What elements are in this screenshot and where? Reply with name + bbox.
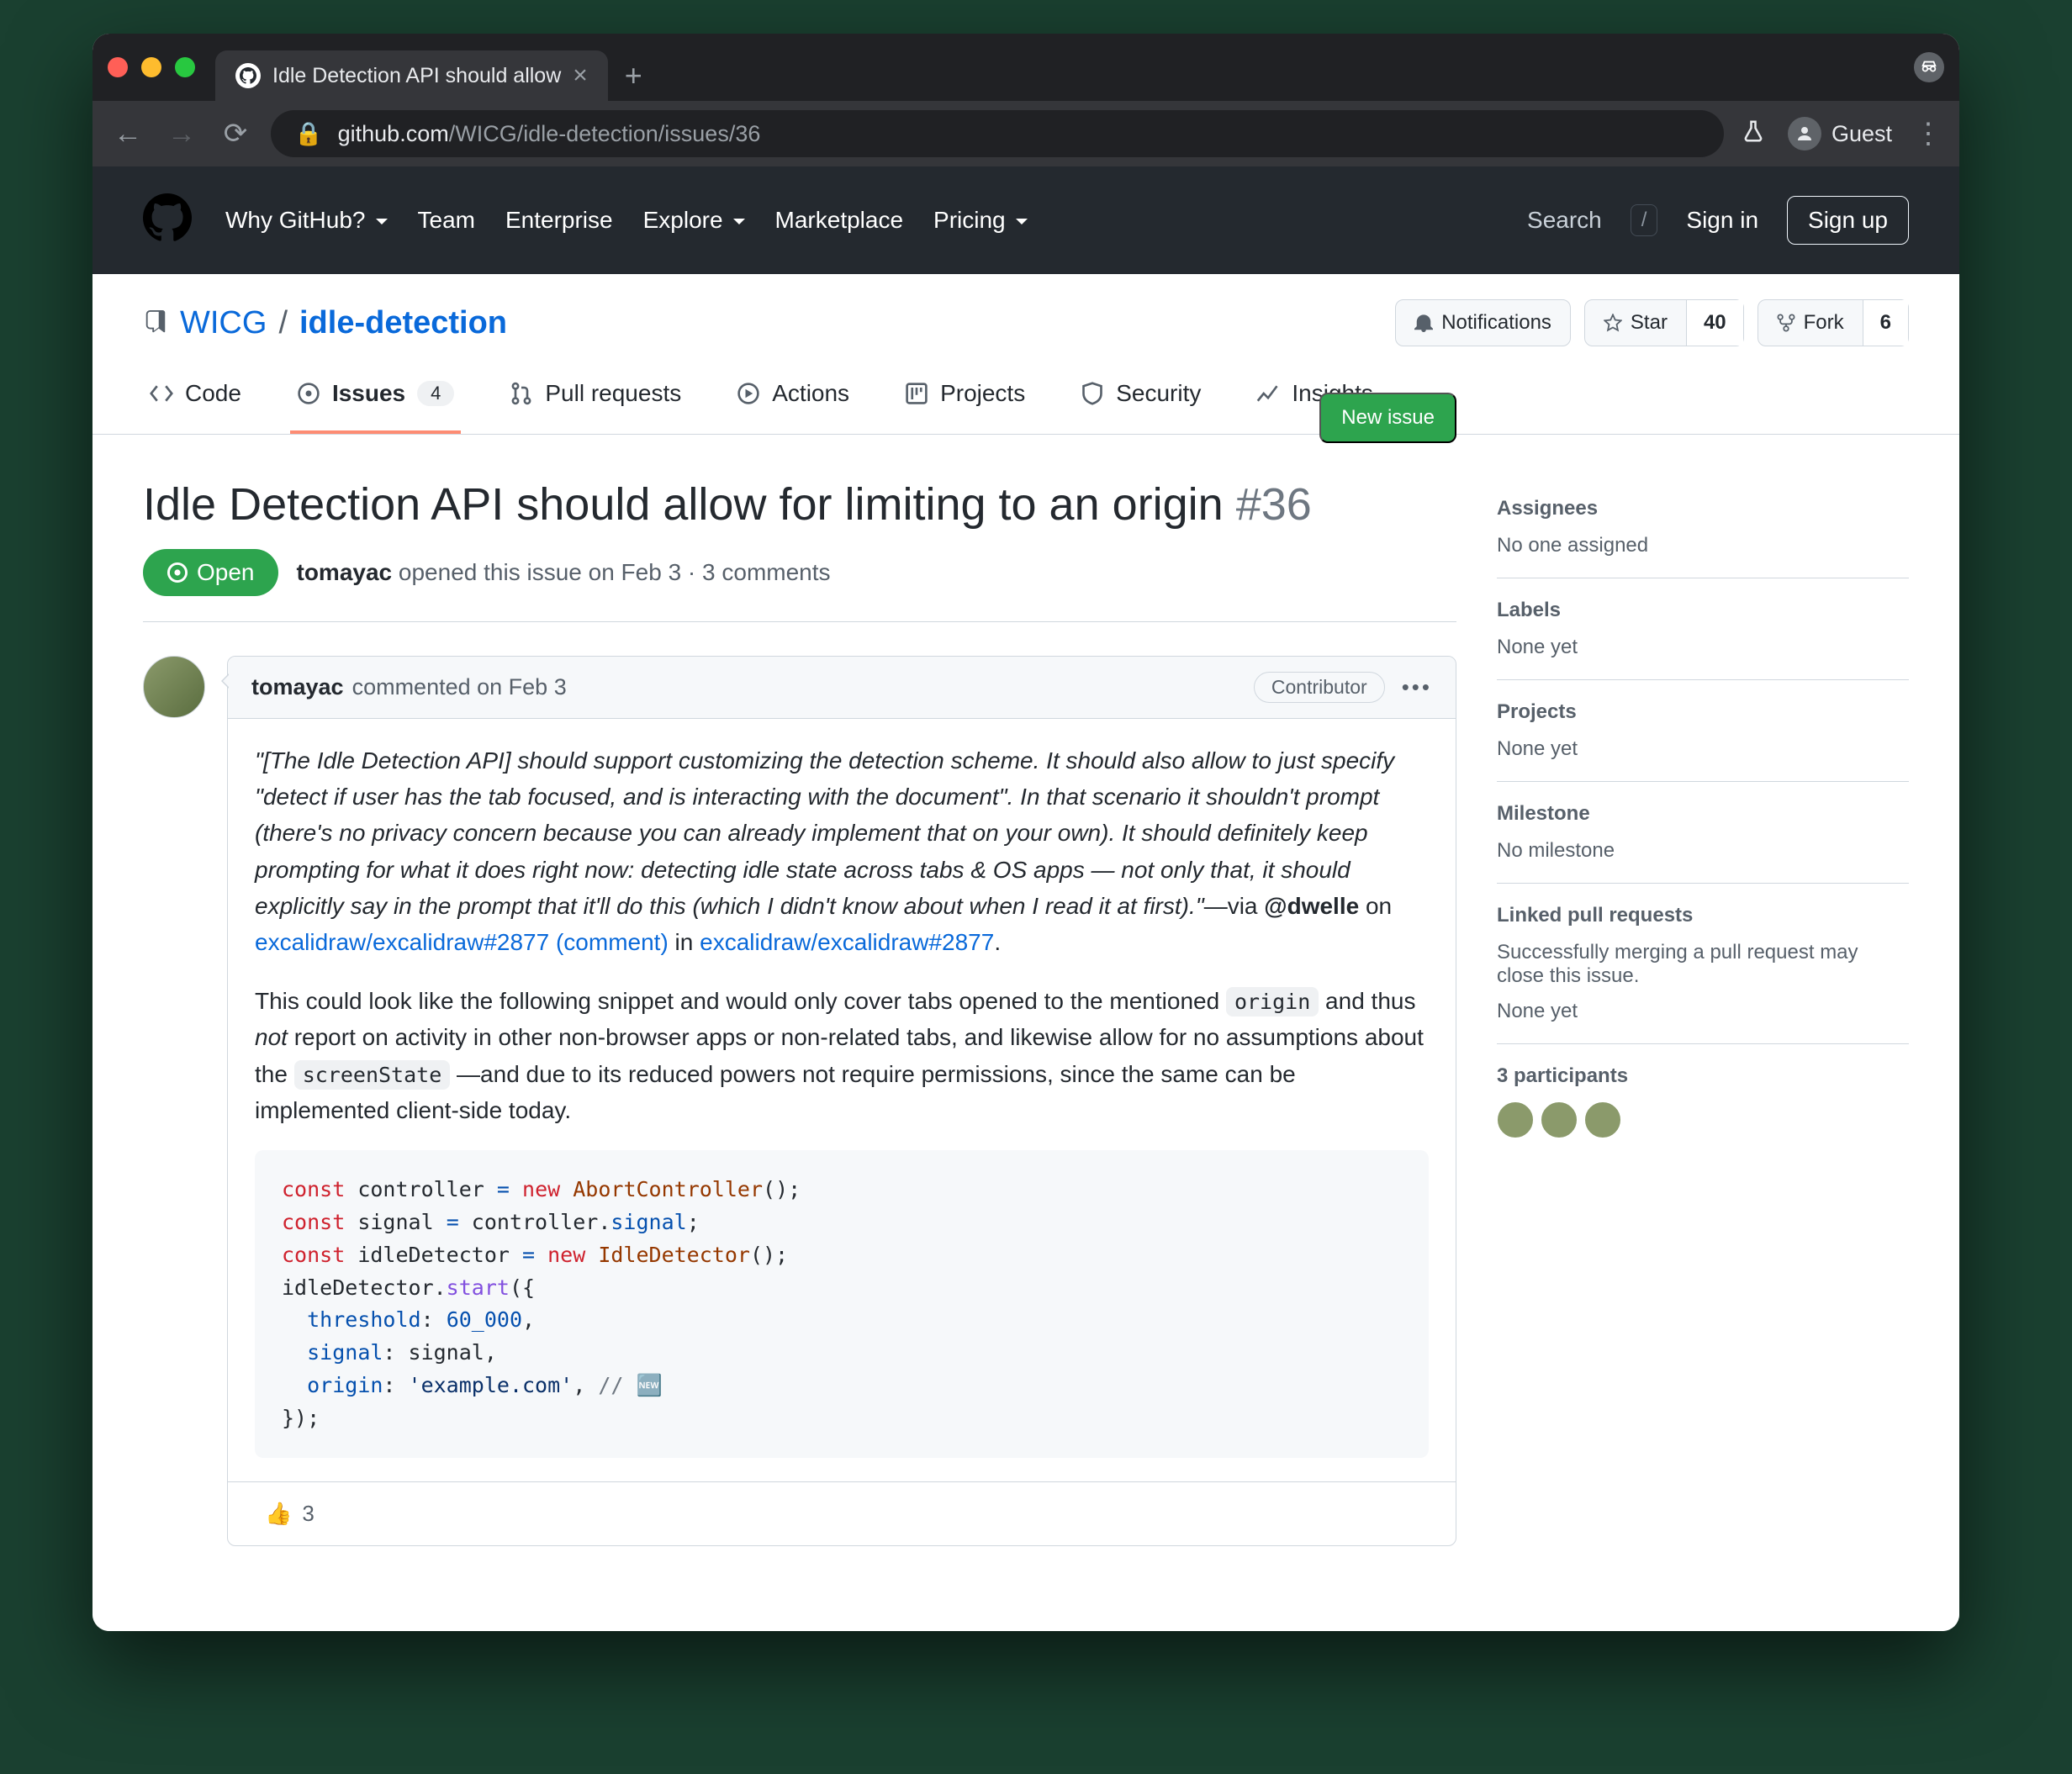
search-input[interactable]: Search <box>1527 207 1602 234</box>
browser-menu-button[interactable]: ⋮ <box>1914 117 1942 150</box>
tab-actions[interactable]: Actions <box>730 367 856 434</box>
nav-enterprise[interactable]: Enterprise <box>505 207 613 234</box>
lock-icon: 🔒 <box>294 120 323 147</box>
participant-avatar[interactable] <box>1584 1101 1621 1138</box>
issue-author[interactable]: tomayac <box>297 559 393 585</box>
reference-link-1[interactable]: excalidraw/excalidraw#2877 (comment) <box>255 929 669 955</box>
thumbs-up-reaction[interactable]: 👍 3 <box>251 1494 328 1534</box>
sidebar-linked-prs[interactable]: Linked pull requests Successfully mergin… <box>1497 884 1909 1044</box>
incognito-icon[interactable] <box>1914 52 1944 82</box>
repo-header: WICG / idle-detection Notifications Star… <box>92 274 1959 346</box>
comment-timestamp[interactable]: commented on Feb 3 <box>352 674 567 700</box>
issues-count-badge: 4 <box>417 381 454 406</box>
close-tab-icon[interactable]: × <box>573 61 588 90</box>
path-separator: / <box>278 305 288 341</box>
signup-button[interactable]: Sign up <box>1787 196 1909 245</box>
status-badge: Open <box>143 549 278 596</box>
new-issue-button[interactable]: New issue <box>1319 393 1456 443</box>
code-icon <box>150 382 173 405</box>
pr-icon <box>510 382 533 405</box>
github-logo-icon[interactable] <box>143 193 192 248</box>
comment-author[interactable]: tomayac <box>251 674 344 700</box>
reference-link-2[interactable]: excalidraw/excalidraw#2877 <box>700 929 994 955</box>
participant-avatar[interactable] <box>1541 1101 1578 1138</box>
star-button[interactable]: Star 40 <box>1584 299 1744 346</box>
comment: tomayac commented on Feb 3 Contributor •… <box>227 656 1456 1547</box>
fork-icon <box>1777 314 1795 332</box>
repo-name-link[interactable]: idle-detection <box>299 305 507 341</box>
repo-icon <box>143 310 168 335</box>
nav-pricing[interactable]: Pricing <box>933 207 1028 234</box>
issue-open-icon <box>166 562 188 583</box>
issue-meta: Open tomayac opened this issue on Feb 3 … <box>143 549 1456 622</box>
minimize-window-icon[interactable] <box>141 57 161 77</box>
window-controls[interactable] <box>108 57 195 77</box>
sidebar-projects[interactable]: Projects None yet <box>1497 680 1909 782</box>
projects-icon <box>905 382 928 405</box>
address-bar[interactable]: 🔒 github.com/WICG/idle-detection/issues/… <box>271 110 1724 157</box>
bell-icon <box>1414 314 1433 332</box>
browser-window: Idle Detection API should allow × + ← → … <box>92 34 1959 1631</box>
flask-icon[interactable] <box>1741 119 1766 150</box>
repo-owner-link[interactable]: WICG <box>180 305 267 341</box>
sidebar-milestone[interactable]: Milestone No milestone <box>1497 782 1909 884</box>
code-block: const controller = new AbortController()… <box>255 1150 1429 1458</box>
graph-icon <box>1256 382 1280 405</box>
chrome-tab-strip: Idle Detection API should allow × + <box>92 34 1959 101</box>
shield-icon <box>1081 382 1104 405</box>
star-icon <box>1604 314 1622 332</box>
star-count[interactable]: 40 <box>1686 300 1743 346</box>
maximize-window-icon[interactable] <box>175 57 195 77</box>
fork-button[interactable]: Fork 6 <box>1758 299 1909 346</box>
reactions-bar: 👍 3 <box>228 1481 1456 1545</box>
tab-security[interactable]: Security <box>1074 367 1208 434</box>
url-bar: ← → ⟳ 🔒 github.com/WICG/idle-detection/i… <box>92 101 1959 166</box>
browser-tab[interactable]: Idle Detection API should allow × <box>215 50 608 101</box>
nav-team[interactable]: Team <box>418 207 475 234</box>
fork-count[interactable]: 6 <box>1863 300 1908 346</box>
sidebar-labels[interactable]: Labels None yet <box>1497 578 1909 680</box>
tab-pull-requests[interactable]: Pull requests <box>503 367 688 434</box>
repo-tabs: Code Issues4 Pull requests Actions Proje… <box>92 346 1959 435</box>
play-icon <box>737 382 760 405</box>
reload-button[interactable]: ⟳ <box>217 117 254 150</box>
tab-code[interactable]: Code <box>143 367 248 434</box>
author-avatar[interactable] <box>143 656 205 718</box>
notifications-button[interactable]: Notifications <box>1395 299 1571 346</box>
issue-sidebar: Assignees No one assigned Labels None ye… <box>1497 477 1909 1546</box>
nav-marketplace[interactable]: Marketplace <box>775 207 904 234</box>
new-tab-button[interactable]: + <box>625 58 642 93</box>
contributor-badge: Contributor <box>1254 672 1385 703</box>
github-favicon-icon <box>235 63 261 88</box>
comment-body: "[The Idle Detection API] should support… <box>228 719 1456 1482</box>
guest-avatar-icon <box>1788 117 1821 150</box>
comment-menu-button[interactable]: ••• <box>1402 674 1432 700</box>
page-content: WICG / idle-detection Notifications Star… <box>92 274 1959 1631</box>
mention-link[interactable]: @dwelle <box>1264 893 1359 919</box>
issue-title: Idle Detection API should allow for limi… <box>143 477 1456 534</box>
tab-title: Idle Detection API should allow <box>272 64 561 88</box>
comment-thread: tomayac commented on Feb 3 Contributor •… <box>143 656 1456 1547</box>
url-text: github.com/WICG/idle-detection/issues/36 <box>338 121 761 147</box>
sidebar-assignees[interactable]: Assignees No one assigned <box>1497 477 1909 578</box>
nav-explore[interactable]: Explore <box>643 207 745 234</box>
back-button[interactable]: ← <box>109 118 146 150</box>
close-window-icon[interactable] <box>108 57 128 77</box>
tab-projects[interactable]: Projects <box>898 367 1032 434</box>
nav-why-github[interactable]: Why GitHub? <box>225 207 388 234</box>
sidebar-participants: 3 participants <box>1497 1044 1909 1159</box>
slash-key-icon: / <box>1631 204 1658 236</box>
comment-header: tomayac commented on Feb 3 Contributor •… <box>228 657 1456 719</box>
tab-issues[interactable]: Issues4 <box>290 367 461 434</box>
profile-button[interactable]: Guest <box>1788 117 1892 150</box>
forward-button[interactable]: → <box>163 118 200 150</box>
issue-icon <box>297 382 320 405</box>
participant-avatar[interactable] <box>1497 1101 1534 1138</box>
github-header: Why GitHub? Team Enterprise Explore Mark… <box>92 166 1959 274</box>
signin-link[interactable]: Sign in <box>1686 207 1758 234</box>
